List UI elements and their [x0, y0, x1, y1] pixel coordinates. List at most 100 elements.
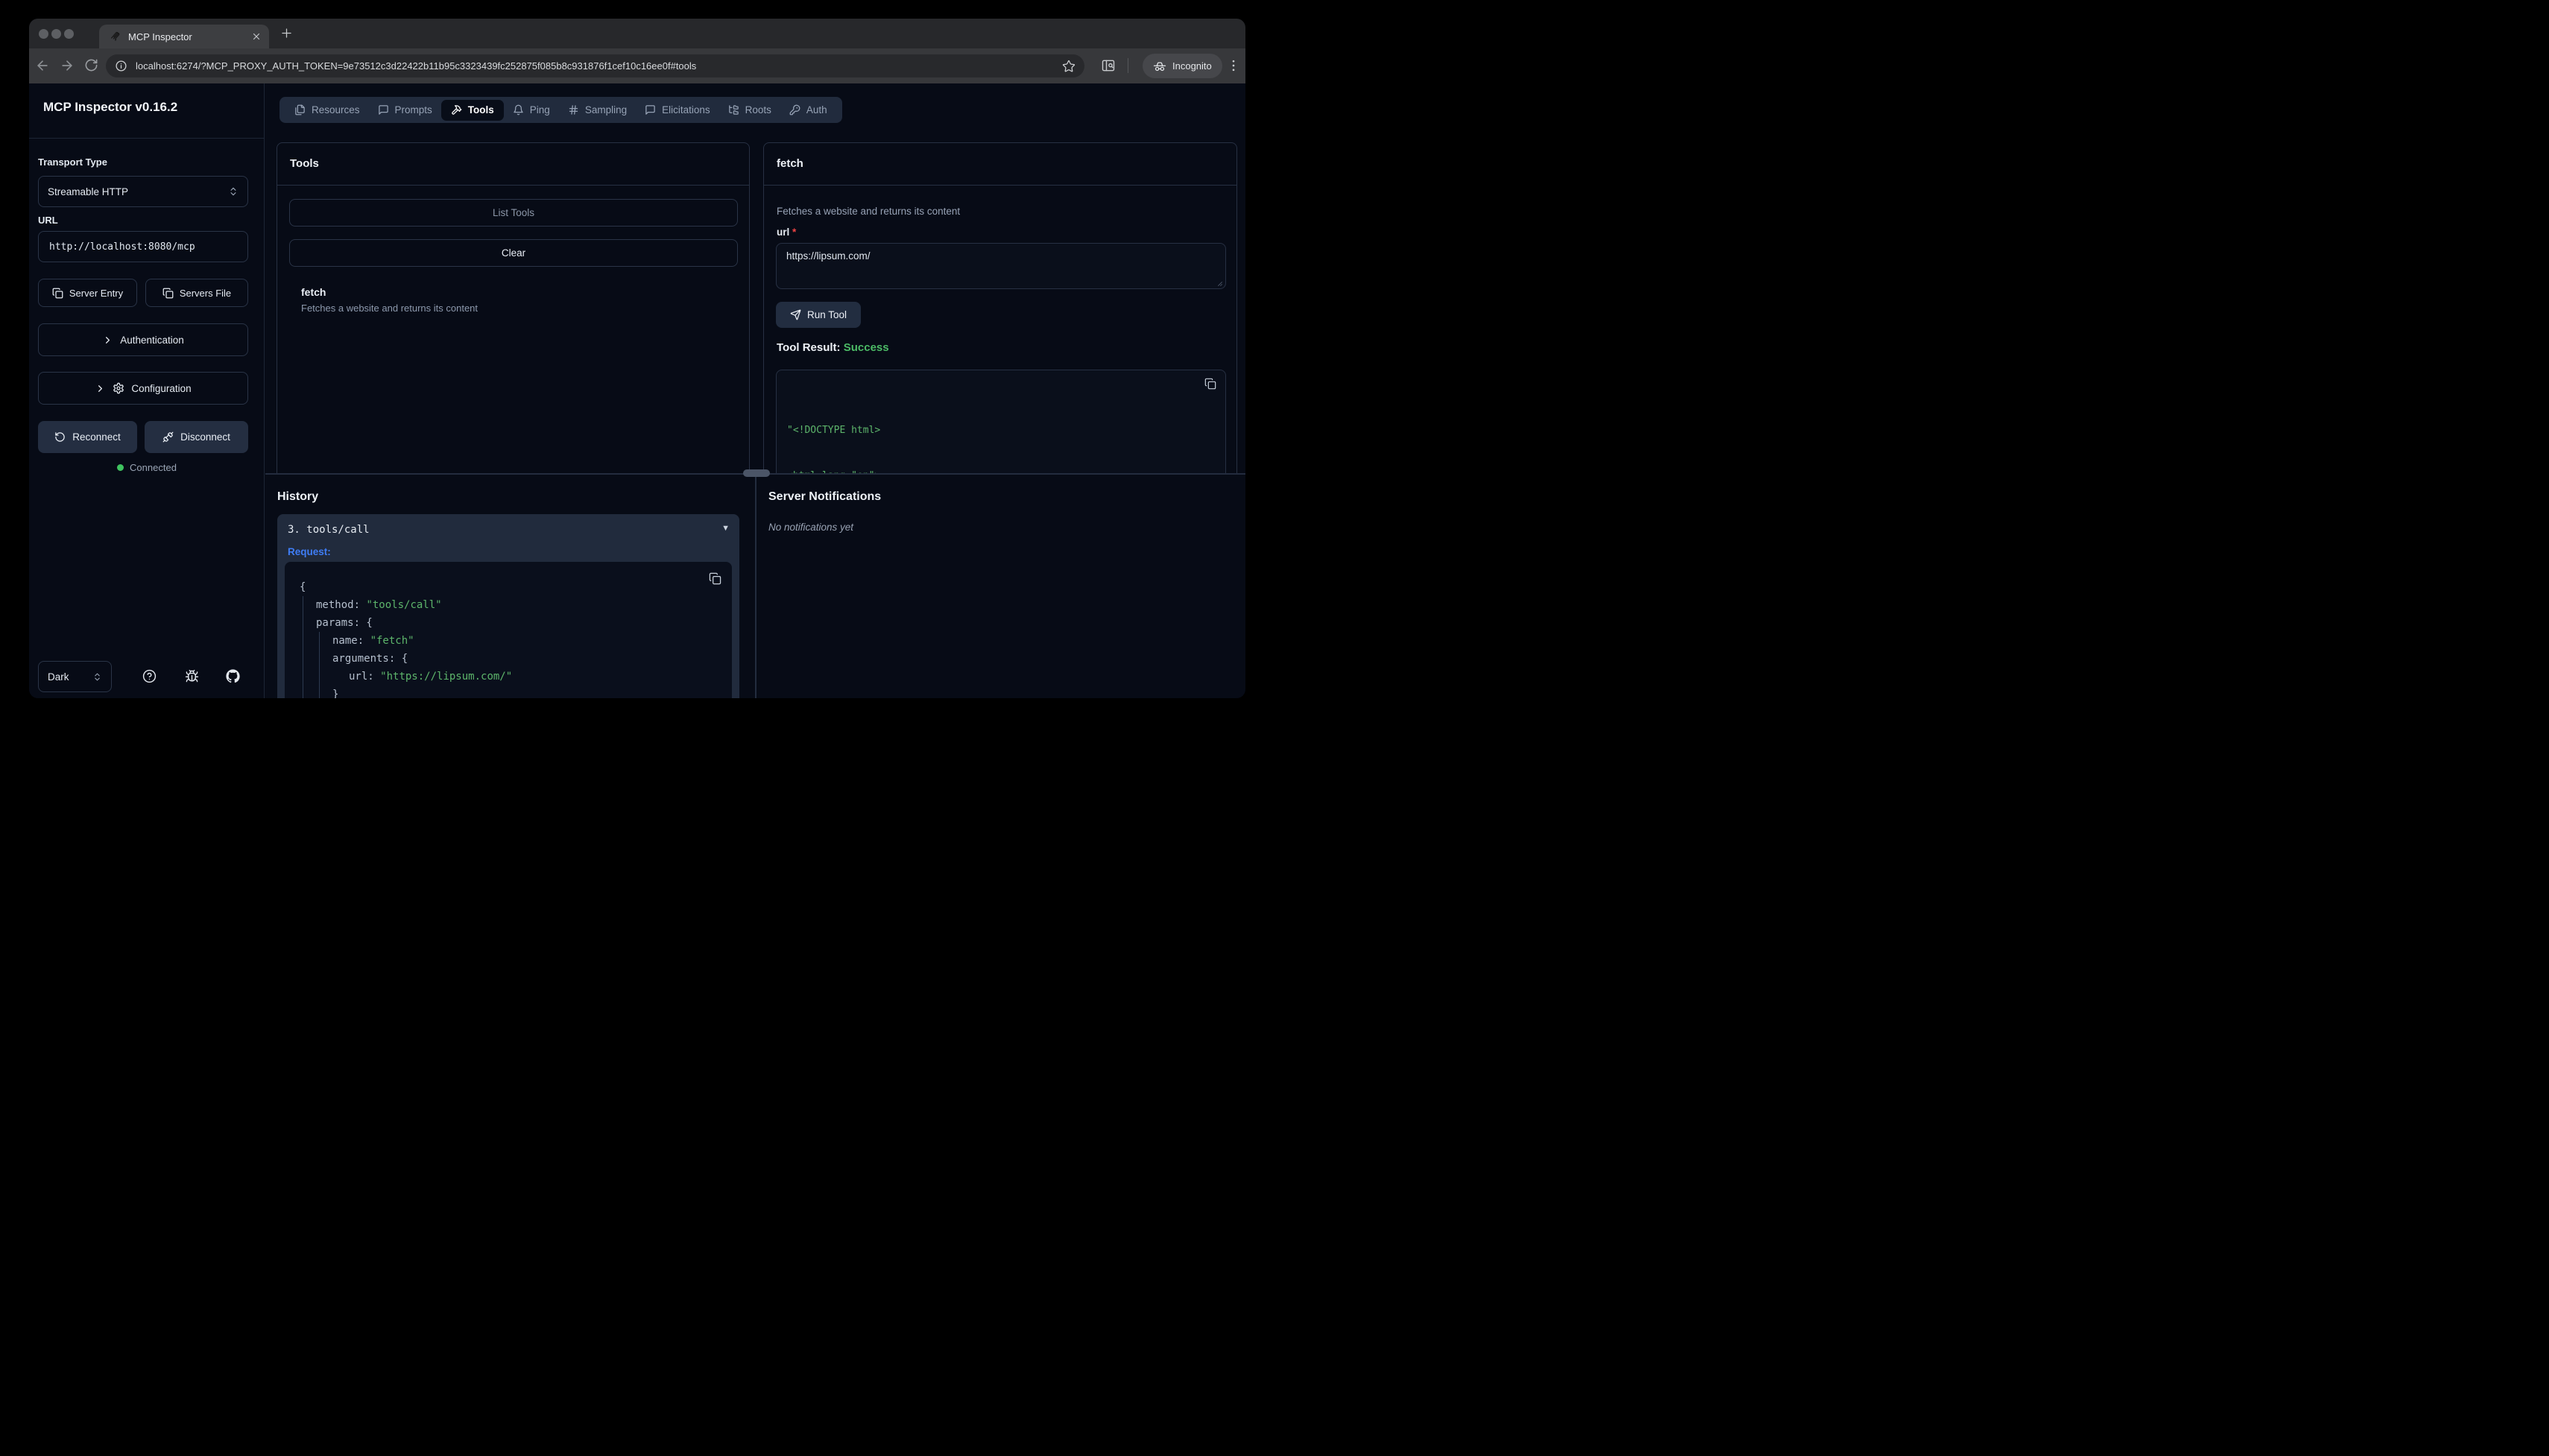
macos-minimize-button[interactable]	[51, 29, 61, 39]
servers-file-label: Servers File	[180, 288, 231, 299]
back-icon[interactable]	[35, 58, 50, 73]
server-notifications-title: Server Notifications	[768, 490, 881, 504]
folder-tree-icon	[728, 104, 739, 115]
history-entry-card: 3. tools/call ▼ Request: { method: "tool…	[277, 514, 739, 698]
tool-detail-title: fetch	[777, 157, 803, 170]
copy-icon[interactable]	[709, 572, 721, 585]
transport-type-select[interactable]: Streamable HTTP	[38, 176, 248, 207]
tab-elicitations[interactable]: Elicitations	[636, 97, 719, 123]
gear-icon	[113, 382, 124, 394]
app-title: MCP Inspector v0.16.2	[43, 100, 177, 115]
transport-type-value: Streamable HTTP	[48, 186, 128, 197]
server-entry-label: Server Entry	[69, 288, 123, 299]
reconnect-button[interactable]: Reconnect	[38, 421, 137, 453]
server-entry-button[interactable]: Server Entry	[38, 279, 137, 307]
chevron-right-icon	[102, 335, 113, 346]
tool-result-code-block[interactable]: "<!DOCTYPE html> <html lang="en"> <head>…	[776, 370, 1226, 475]
required-asterisk: *	[792, 227, 796, 238]
tools-panel: Tools List Tools Clear fetch Fetches a w…	[277, 142, 750, 475]
tab-tools[interactable]: Tools	[441, 100, 504, 121]
app-content: MCP Inspector v0.16.2 Transport Type Str…	[29, 83, 1245, 698]
copy-icon[interactable]	[1204, 378, 1216, 390]
message-square-icon	[645, 104, 656, 115]
hash-icon	[568, 104, 579, 115]
theme-select[interactable]: Dark	[38, 661, 112, 692]
forward-icon[interactable]	[60, 58, 75, 73]
chevrons-up-down-icon	[228, 186, 239, 197]
incognito-badge: Incognito	[1143, 54, 1222, 78]
list-tools-button[interactable]: List Tools	[289, 199, 738, 227]
configuration-label: Configuration	[131, 383, 191, 394]
new-tab-button[interactable]	[279, 26, 294, 40]
incognito-icon	[1153, 60, 1166, 73]
tool-detail-panel: fetch Fetches a website and returns its …	[763, 142, 1237, 475]
tool-result-label: Tool Result:	[777, 341, 841, 354]
tool-result-row: Tool Result: Success	[777, 341, 889, 354]
url-label: URL	[38, 215, 58, 226]
send-icon	[790, 309, 801, 320]
disconnect-label: Disconnect	[180, 431, 230, 443]
help-button[interactable]	[142, 669, 157, 683]
message-square-icon	[378, 104, 389, 115]
browser-menu-icon[interactable]	[1226, 58, 1241, 73]
rotate-ccw-icon	[54, 431, 66, 443]
transport-type-label: Transport Type	[38, 156, 107, 168]
configuration-button[interactable]: Configuration	[38, 372, 248, 405]
server-url-input[interactable]	[38, 231, 248, 262]
bookmark-star-icon[interactable]	[1062, 60, 1075, 73]
triangle-down-icon[interactable]: ▼	[721, 524, 730, 533]
address-bar[interactable]: localhost:6274/?MCP_PROXY_AUTH_TOKEN=9e7…	[106, 54, 1084, 77]
tab-auth[interactable]: Auth	[780, 97, 836, 123]
browser-tab-strip: MCP Inspector	[29, 19, 1245, 48]
authentication-button[interactable]: Authentication	[38, 323, 248, 356]
url-param-input[interactable]: https://lipsum.com/	[776, 243, 1226, 289]
request-line: arguments: {	[300, 650, 721, 668]
history-title: History	[277, 490, 318, 504]
tab-resources[interactable]: Resources	[285, 97, 369, 123]
site-info-icon[interactable]	[113, 58, 129, 75]
request-code-block[interactable]: { method: "tools/call" params: { name: "…	[285, 562, 732, 698]
disconnect-button[interactable]: Disconnect	[145, 421, 248, 453]
feature-tabs: Resources Prompts Tools Ping Sampling El…	[279, 97, 842, 123]
browser-tab-title: MCP Inspector	[128, 31, 192, 42]
tab-ping[interactable]: Ping	[504, 97, 559, 123]
result-line: "<!DOCTYPE html>	[787, 423, 1215, 439]
macos-close-button[interactable]	[39, 29, 48, 39]
incognito-label: Incognito	[1172, 60, 1212, 72]
authentication-label: Authentication	[120, 335, 184, 346]
vertical-splitter[interactable]	[755, 475, 757, 698]
tab-close-icon[interactable]	[251, 31, 262, 42]
copy-icon	[52, 288, 63, 299]
tab-sampling[interactable]: Sampling	[559, 97, 636, 123]
request-line: params: {	[300, 614, 721, 632]
resize-handle-icon[interactable]	[1214, 278, 1223, 287]
report-bug-button[interactable]	[185, 669, 199, 683]
clear-button[interactable]: Clear	[289, 239, 738, 267]
address-bar-url[interactable]: localhost:6274/?MCP_PROXY_AUTH_TOKEN=9e7…	[136, 60, 1062, 72]
copy-icon	[162, 288, 174, 299]
macos-zoom-button[interactable]	[64, 29, 74, 39]
files-icon	[294, 104, 306, 115]
help-circle-icon	[142, 669, 157, 683]
bell-icon	[513, 104, 524, 115]
connection-status: Connected	[29, 462, 265, 473]
side-panel-search-icon[interactable]	[1101, 58, 1116, 73]
mcp-favicon-icon	[110, 31, 121, 42]
run-tool-button[interactable]: Run Tool	[776, 302, 861, 328]
splitter-drag-handle[interactable]	[743, 469, 770, 477]
browser-toolbar: localhost:6274/?MCP_PROXY_AUTH_TOKEN=9e7…	[29, 48, 1245, 83]
reconnect-label: Reconnect	[72, 431, 121, 443]
tab-prompts[interactable]: Prompts	[369, 97, 441, 123]
chevrons-up-down-icon	[92, 672, 102, 682]
url-param-label: url *	[777, 227, 796, 238]
tab-roots[interactable]: Roots	[719, 97, 780, 123]
notifications-empty-message: No notifications yet	[768, 522, 853, 533]
reload-icon[interactable]	[84, 58, 98, 72]
browser-tab[interactable]: MCP Inspector	[99, 25, 269, 48]
browser-window: MCP Inspector localhost:6274/?MCP_PROXY_…	[29, 19, 1245, 698]
github-icon	[226, 669, 240, 683]
servers-file-button[interactable]: Servers File	[145, 279, 248, 307]
github-button[interactable]	[226, 669, 240, 683]
theme-value: Dark	[48, 671, 69, 683]
indent-guide	[319, 632, 320, 698]
